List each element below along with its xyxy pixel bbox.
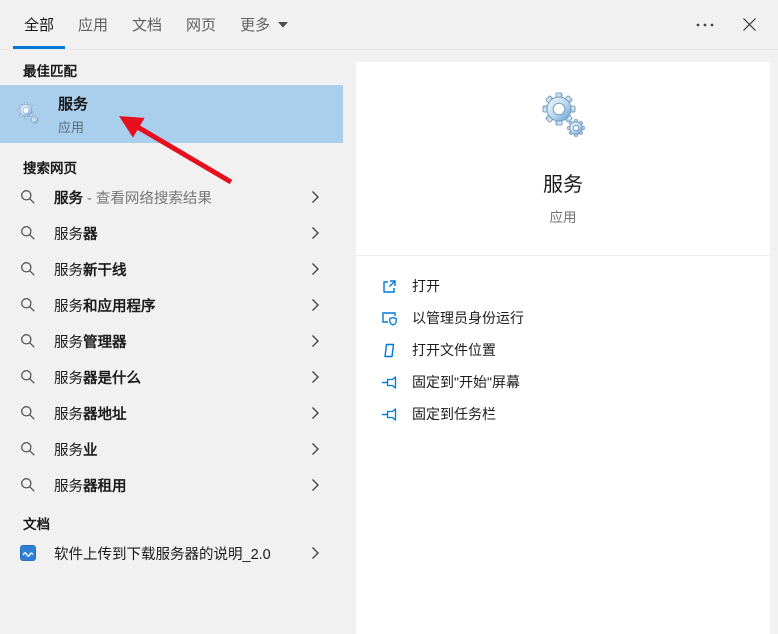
suggestion-rest: 业	[83, 443, 98, 459]
suggestion-rest: 新干线	[83, 263, 127, 279]
tab-web[interactable]: 网页	[175, 0, 227, 49]
tab-web-label: 网页	[186, 14, 216, 35]
suggestion-query: 服务	[54, 227, 83, 243]
gears-icon	[535, 88, 591, 144]
tab-more[interactable]: 更多	[229, 0, 299, 49]
action-open[interactable]: 打开	[356, 270, 770, 302]
action-label: 固定到任务栏	[412, 404, 496, 424]
suggestion-rest: 器地址	[83, 407, 127, 423]
more-options-icon[interactable]	[688, 8, 722, 42]
chevron-right-icon	[311, 226, 320, 240]
action-label: 打开文件位置	[412, 340, 496, 360]
tab-all-label: 全部	[24, 14, 54, 35]
filter-tabs: 全部 应用 文档 网页 更多	[12, 0, 300, 49]
action-label: 以管理员身份运行	[412, 308, 524, 328]
action-open-file-location[interactable]: 打开文件位置	[356, 334, 770, 366]
open-icon	[381, 278, 398, 295]
suggestion-query: 服务	[54, 443, 83, 459]
suggestion-query: 服务	[54, 371, 83, 387]
suggestion-query: 服务	[54, 299, 83, 315]
action-label: 固定到"开始"屏幕	[412, 372, 520, 392]
best-match-item[interactable]: 服务 应用	[0, 85, 343, 143]
search-web-header: 搜索网页	[0, 155, 343, 179]
documents-header: 文档	[0, 511, 343, 535]
action-pin-to-start[interactable]: 固定到"开始"屏幕	[356, 366, 770, 398]
search-suggestion-row[interactable]: 服务器地址	[0, 395, 343, 431]
search-icon	[20, 297, 36, 313]
suggestion-rest: 和应用程序	[83, 299, 156, 315]
suggestion-rest: 器是什么	[83, 371, 141, 387]
best-match-title: 服务	[58, 93, 88, 114]
chevron-right-icon	[311, 442, 320, 456]
search-suggestion-row[interactable]: 服务 - 查看网络搜索结果	[0, 179, 343, 215]
gears-icon	[14, 100, 42, 128]
chevron-right-icon	[311, 546, 320, 560]
window-controls	[688, 8, 778, 42]
search-icon	[20, 225, 36, 241]
action-pin-to-taskbar[interactable]: 固定到任务栏	[356, 398, 770, 430]
chevron-right-icon	[311, 478, 320, 492]
search-suggestion-row[interactable]: 服务管理器	[0, 323, 343, 359]
tab-apps-label: 应用	[78, 14, 108, 35]
best-match-header: 最佳匹配	[0, 54, 343, 85]
search-icon	[20, 405, 36, 421]
chevron-right-icon	[311, 298, 320, 312]
suggestion-rest: 器租用	[83, 479, 127, 495]
search-icon	[20, 369, 36, 385]
suggestion-query: 服务	[54, 191, 83, 207]
suggestion-rest: 器	[83, 227, 98, 243]
chevron-right-icon	[311, 262, 320, 276]
chevron-right-icon	[311, 334, 320, 348]
pin-icon	[381, 406, 398, 423]
tab-more-label: 更多	[240, 14, 270, 35]
tab-documents-label: 文档	[132, 14, 162, 35]
pin-icon	[381, 374, 398, 391]
search-suggestion-row[interactable]: 服务器是什么	[0, 359, 343, 395]
search-filter-toolbar: 全部 应用 文档 网页 更多	[0, 0, 778, 50]
chevron-right-icon	[311, 406, 320, 420]
run-as-admin-shield-icon	[381, 310, 398, 327]
best-match-subtitle: 应用	[58, 117, 88, 136]
search-suggestion-row[interactable]: 服务器租用	[0, 467, 343, 503]
search-icon	[20, 441, 36, 457]
search-suggestion-row[interactable]: 服务业	[0, 431, 343, 467]
suggestion-query: 服务	[54, 263, 83, 279]
preview-panel: 服务 应用 打开 以管理员身份运行	[356, 62, 770, 634]
chevron-down-icon	[278, 22, 288, 28]
search-suggestion-row[interactable]: 服务新干线	[0, 251, 343, 287]
app-preview: 服务 应用	[356, 62, 770, 226]
file-location-icon	[381, 342, 398, 359]
close-icon[interactable]	[732, 8, 766, 42]
search-icon	[20, 189, 36, 205]
document-row[interactable]: 软件上传到下载服务器的说明_2.0	[0, 535, 343, 571]
suggestion-rest: - 查看网络搜索结果	[83, 191, 212, 207]
search-icon	[20, 333, 36, 349]
search-suggestion-row[interactable]: 服务和应用程序	[0, 287, 343, 323]
app-actions: 打开 以管理员身份运行 打开文件位置	[356, 256, 770, 430]
word-document-icon	[20, 545, 36, 561]
app-subtitle: 应用	[550, 206, 577, 226]
search-icon	[20, 261, 36, 277]
search-suggestion-row[interactable]: 服务器	[0, 215, 343, 251]
document-title: 软件上传到下载服务器的说明_2.0	[54, 543, 271, 564]
search-results-panel: 最佳匹配 服务 应用 搜索网页 服务 - 查看网络搜索结果 服务器 服务新干线	[0, 50, 343, 634]
suggestion-query: 服务	[54, 479, 83, 495]
chevron-right-icon	[311, 190, 320, 204]
suggestion-rest: 管理器	[83, 335, 127, 351]
action-run-as-admin[interactable]: 以管理员身份运行	[356, 302, 770, 334]
tab-all[interactable]: 全部	[13, 0, 65, 49]
app-title: 服务	[543, 168, 583, 197]
tab-documents[interactable]: 文档	[121, 0, 173, 49]
suggestion-query: 服务	[54, 335, 83, 351]
suggestion-query: 服务	[54, 407, 83, 423]
search-icon	[20, 477, 36, 493]
action-label: 打开	[412, 276, 440, 296]
chevron-right-icon	[311, 370, 320, 384]
tab-apps[interactable]: 应用	[67, 0, 119, 49]
